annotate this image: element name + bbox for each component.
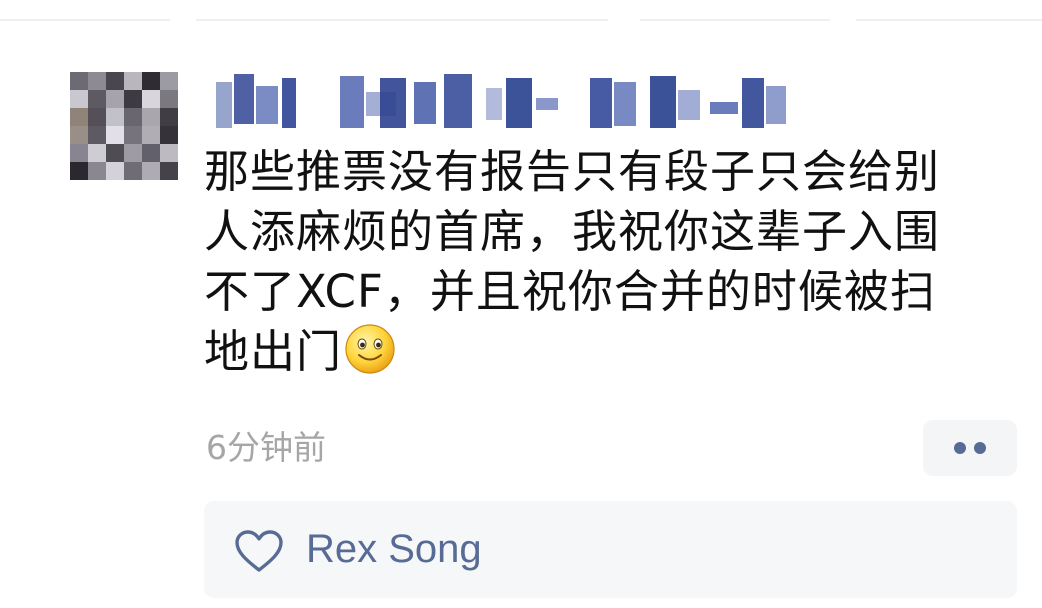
avatar-pixel — [88, 72, 106, 90]
avatar-pixel — [70, 108, 88, 126]
avatar-pixel — [142, 90, 160, 108]
heart-outline-icon — [235, 530, 283, 572]
comment-line-2: 人添麻烦的首席，我祝你这辈子入围 — [204, 205, 941, 258]
nickname-pixel — [380, 78, 406, 128]
avatar-pixel — [142, 108, 160, 126]
nickname-pixel — [234, 74, 254, 124]
avatar-pixel — [106, 162, 124, 180]
avatar[interactable] — [70, 72, 178, 180]
avatar-pixel — [124, 144, 142, 162]
avatar-pixel — [124, 162, 142, 180]
nickname-pixel — [444, 74, 472, 128]
avatar-pixel — [88, 162, 106, 180]
avatar-pixel — [142, 144, 160, 162]
avatar-pixel — [88, 126, 106, 144]
comment-line-4: 地出门 — [204, 325, 343, 378]
nickname-pixel — [486, 88, 502, 120]
avatar-pixel — [70, 162, 88, 180]
nickname-pixel — [710, 102, 738, 114]
avatar-pixel — [106, 126, 124, 144]
comment-line-1: 那些推票没有报告只有段子只会给别 — [204, 145, 941, 198]
nickname-pixel — [414, 82, 436, 124]
top-divider — [0, 0, 1042, 22]
liker-name-link[interactable]: Rex Song — [306, 523, 482, 575]
nickname-pixel — [282, 78, 296, 128]
more-actions-button[interactable] — [923, 420, 1017, 476]
nickname-pixel — [590, 78, 612, 128]
avatar-pixel — [160, 126, 178, 144]
avatar-pixel — [88, 108, 106, 126]
avatar-pixel — [124, 126, 142, 144]
nickname-pixel — [216, 82, 232, 128]
avatar-pixel — [70, 126, 88, 144]
nickname-pixel — [614, 82, 636, 126]
avatar-pixel — [160, 162, 178, 180]
more-dot-icon — [974, 442, 986, 454]
avatar-pixel — [142, 162, 160, 180]
avatar-pixel — [124, 108, 142, 126]
nickname-pixel — [506, 78, 532, 128]
avatar-pixel — [106, 72, 124, 90]
nickname-pixel — [256, 86, 278, 124]
moments-comment-screen: 那些推票没有报告只有段子只会给别 人添麻烦的首席，我祝你这辈子入围 不了XCF，… — [0, 0, 1042, 608]
nickname-pixel — [536, 98, 558, 110]
nickname-pixel — [678, 90, 700, 120]
nickname-blurred[interactable] — [210, 72, 800, 128]
more-dot-icon — [954, 442, 966, 454]
comment-line-3: 不了XCF，并且祝你合并的时候被扫 — [204, 265, 936, 318]
avatar-pixel — [142, 126, 160, 144]
avatar-pixel — [142, 72, 160, 90]
avatar-pixel — [160, 90, 178, 108]
nickname-pixel — [742, 78, 764, 128]
avatar-pixel — [70, 90, 88, 108]
nickname-pixel — [340, 76, 364, 128]
avatar-pixel — [124, 90, 142, 108]
avatar-pixel — [70, 144, 88, 162]
comment-text: 那些推票没有报告只有段子只会给别 人添麻烦的首席，我祝你这辈子入围 不了XCF，… — [204, 142, 1024, 382]
nickname-pixel — [650, 76, 676, 128]
avatar-pixel — [70, 72, 88, 90]
avatar-pixel — [88, 144, 106, 162]
avatar-pixel — [160, 144, 178, 162]
likes-panel: Rex Song — [204, 501, 1017, 598]
avatar-pixel — [106, 144, 124, 162]
avatar-pixel — [124, 72, 142, 90]
nickname-pixel — [766, 86, 786, 124]
avatar-pixel — [160, 108, 178, 126]
smiley-emoji-icon — [345, 324, 395, 374]
avatar-pixel — [88, 90, 106, 108]
avatar-pixel — [106, 108, 124, 126]
timestamp: 6分钟前 — [206, 428, 326, 467]
avatar-pixel — [106, 90, 124, 108]
avatar-pixel — [160, 72, 178, 90]
